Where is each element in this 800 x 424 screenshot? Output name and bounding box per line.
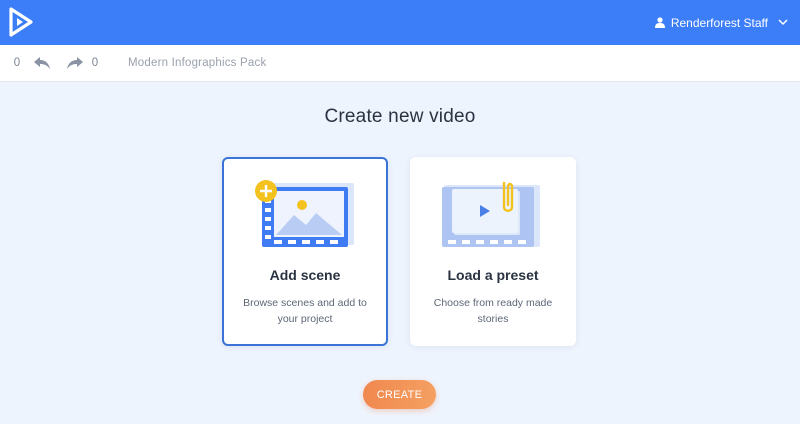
- chevron-down-icon[interactable]: [778, 19, 788, 26]
- renderforest-logo-icon[interactable]: [8, 7, 34, 37]
- undo-count: 0: [13, 57, 21, 69]
- page-title: Create new video: [324, 106, 476, 127]
- editor-toolbar: 0 0 Modern Infographics Pack: [0, 45, 800, 82]
- redo-icon[interactable]: [66, 56, 84, 70]
- load-preset-card[interactable]: Load a preset Choose from ready made sto…: [410, 157, 576, 346]
- redo-count: 0: [91, 57, 99, 69]
- top-bar: Renderforest Staff: [0, 0, 800, 45]
- film-preset-icon: [442, 181, 540, 247]
- user-icon: [654, 17, 665, 28]
- project-name[interactable]: Modern Infographics Pack: [128, 57, 266, 69]
- card-title: Load a preset: [447, 267, 539, 283]
- film-add-scene-icon: [255, 180, 354, 247]
- user-menu[interactable]: Renderforest Staff: [654, 0, 788, 45]
- undo-icon[interactable]: [33, 56, 51, 70]
- card-description: Browse scenes and add to your project: [243, 297, 367, 325]
- create-button[interactable]: CREATE: [363, 380, 436, 409]
- card-description: Choose from ready made stories: [433, 297, 553, 325]
- add-scene-card[interactable]: Add scene Browse scenes and add to your …: [222, 157, 388, 346]
- card-title: Add scene: [269, 267, 341, 283]
- user-name: Renderforest Staff: [670, 15, 768, 30]
